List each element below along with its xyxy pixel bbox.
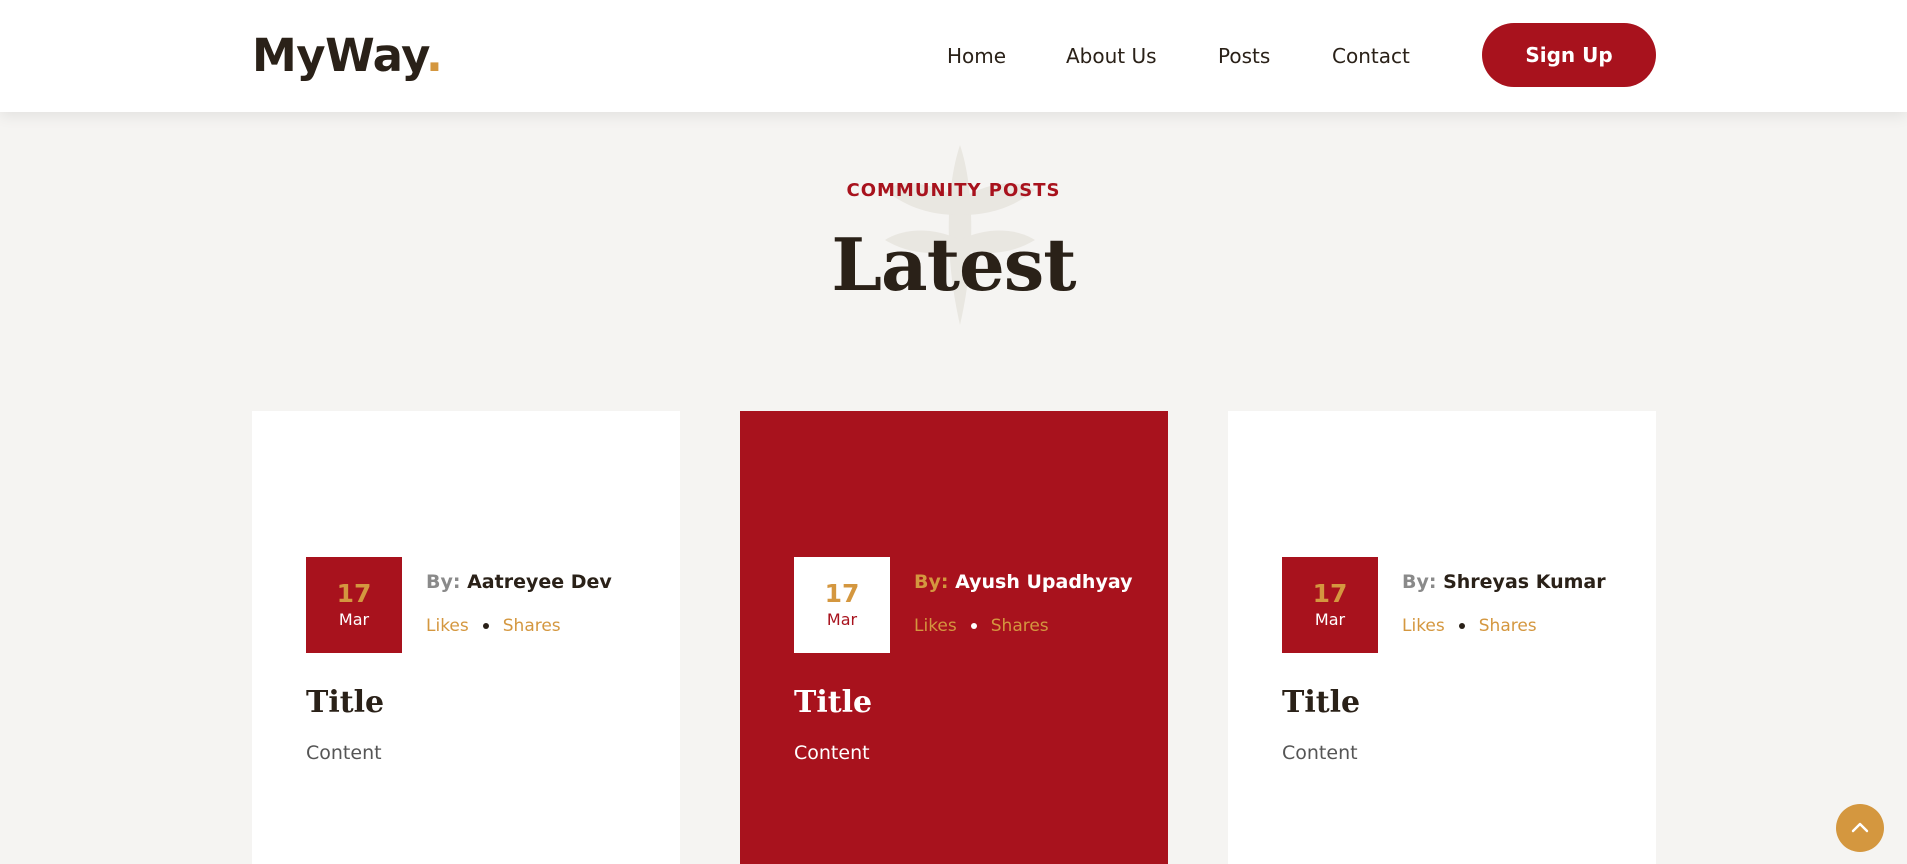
logo[interactable]: MyWay. (252, 28, 443, 84)
logo-text: MyWay (252, 29, 426, 82)
meta-separator-dot (970, 623, 977, 629)
date-badge: 17 Mar (1282, 557, 1378, 653)
section-heading: Latest (831, 222, 1076, 307)
post-content: Content (306, 742, 382, 764)
meta-separator-dot (482, 623, 489, 629)
shares-link[interactable]: Shares (991, 615, 1049, 637)
post-content: Content (794, 742, 870, 764)
chevron-up-icon (1851, 822, 1869, 833)
date-month: Mar (1314, 610, 1346, 629)
post-content: Content (1282, 742, 1358, 764)
post-author[interactable]: Aatreyee Dev (467, 571, 612, 593)
post-meta: Likes Shares (1402, 615, 1537, 637)
date-month: Mar (338, 610, 370, 629)
date-month: Mar (826, 610, 858, 629)
nav-home[interactable]: Home (947, 41, 1006, 71)
scroll-to-top-button[interactable] (1836, 804, 1884, 852)
date-badge: 17 Mar (794, 557, 890, 653)
by-label: By: (914, 571, 949, 593)
shares-link[interactable]: Shares (1479, 615, 1537, 637)
post-title[interactable]: Title (306, 683, 384, 723)
post-card-featured[interactable]: 17 Mar By: Ayush Upadhyay Likes Shares T… (740, 411, 1168, 864)
meta-separator-dot (1458, 623, 1465, 629)
post-meta: Likes Shares (426, 615, 561, 637)
post-title[interactable]: Title (794, 683, 872, 723)
post-byline: By: Ayush Upadhyay (914, 570, 1132, 594)
by-label: By: (426, 571, 461, 593)
sign-up-button[interactable]: Sign Up (1482, 23, 1656, 87)
logo-dot: . (425, 29, 443, 82)
date-day: 17 (336, 579, 372, 608)
date-day: 17 (824, 579, 860, 608)
post-author[interactable]: Ayush Upadhyay (955, 571, 1132, 593)
site-header: MyWay. Home About Us Posts Contact Sign … (0, 0, 1907, 112)
post-byline: By: Aatreyee Dev (426, 570, 612, 594)
by-label: By: (1402, 571, 1437, 593)
likes-link[interactable]: Likes (426, 615, 469, 637)
nav-about-us[interactable]: About Us (1066, 41, 1157, 71)
date-badge: 17 Mar (306, 557, 402, 653)
post-author[interactable]: Shreyas Kumar (1443, 571, 1606, 593)
post-title[interactable]: Title (1282, 683, 1360, 723)
post-card[interactable]: 17 Mar By: Shreyas Kumar Likes Shares Ti… (1228, 411, 1656, 864)
post-meta: Likes Shares (914, 615, 1049, 637)
section-kicker: COMMUNITY POSTS (846, 180, 1061, 201)
post-card[interactable]: 17 Mar By: Aatreyee Dev Likes Shares Tit… (252, 411, 680, 864)
likes-link[interactable]: Likes (914, 615, 957, 637)
shares-link[interactable]: Shares (503, 615, 561, 637)
nav-posts[interactable]: Posts (1218, 41, 1270, 71)
nav-contact[interactable]: Contact (1332, 41, 1410, 71)
date-day: 17 (1312, 579, 1348, 608)
likes-link[interactable]: Likes (1402, 615, 1445, 637)
post-byline: By: Shreyas Kumar (1402, 570, 1606, 594)
